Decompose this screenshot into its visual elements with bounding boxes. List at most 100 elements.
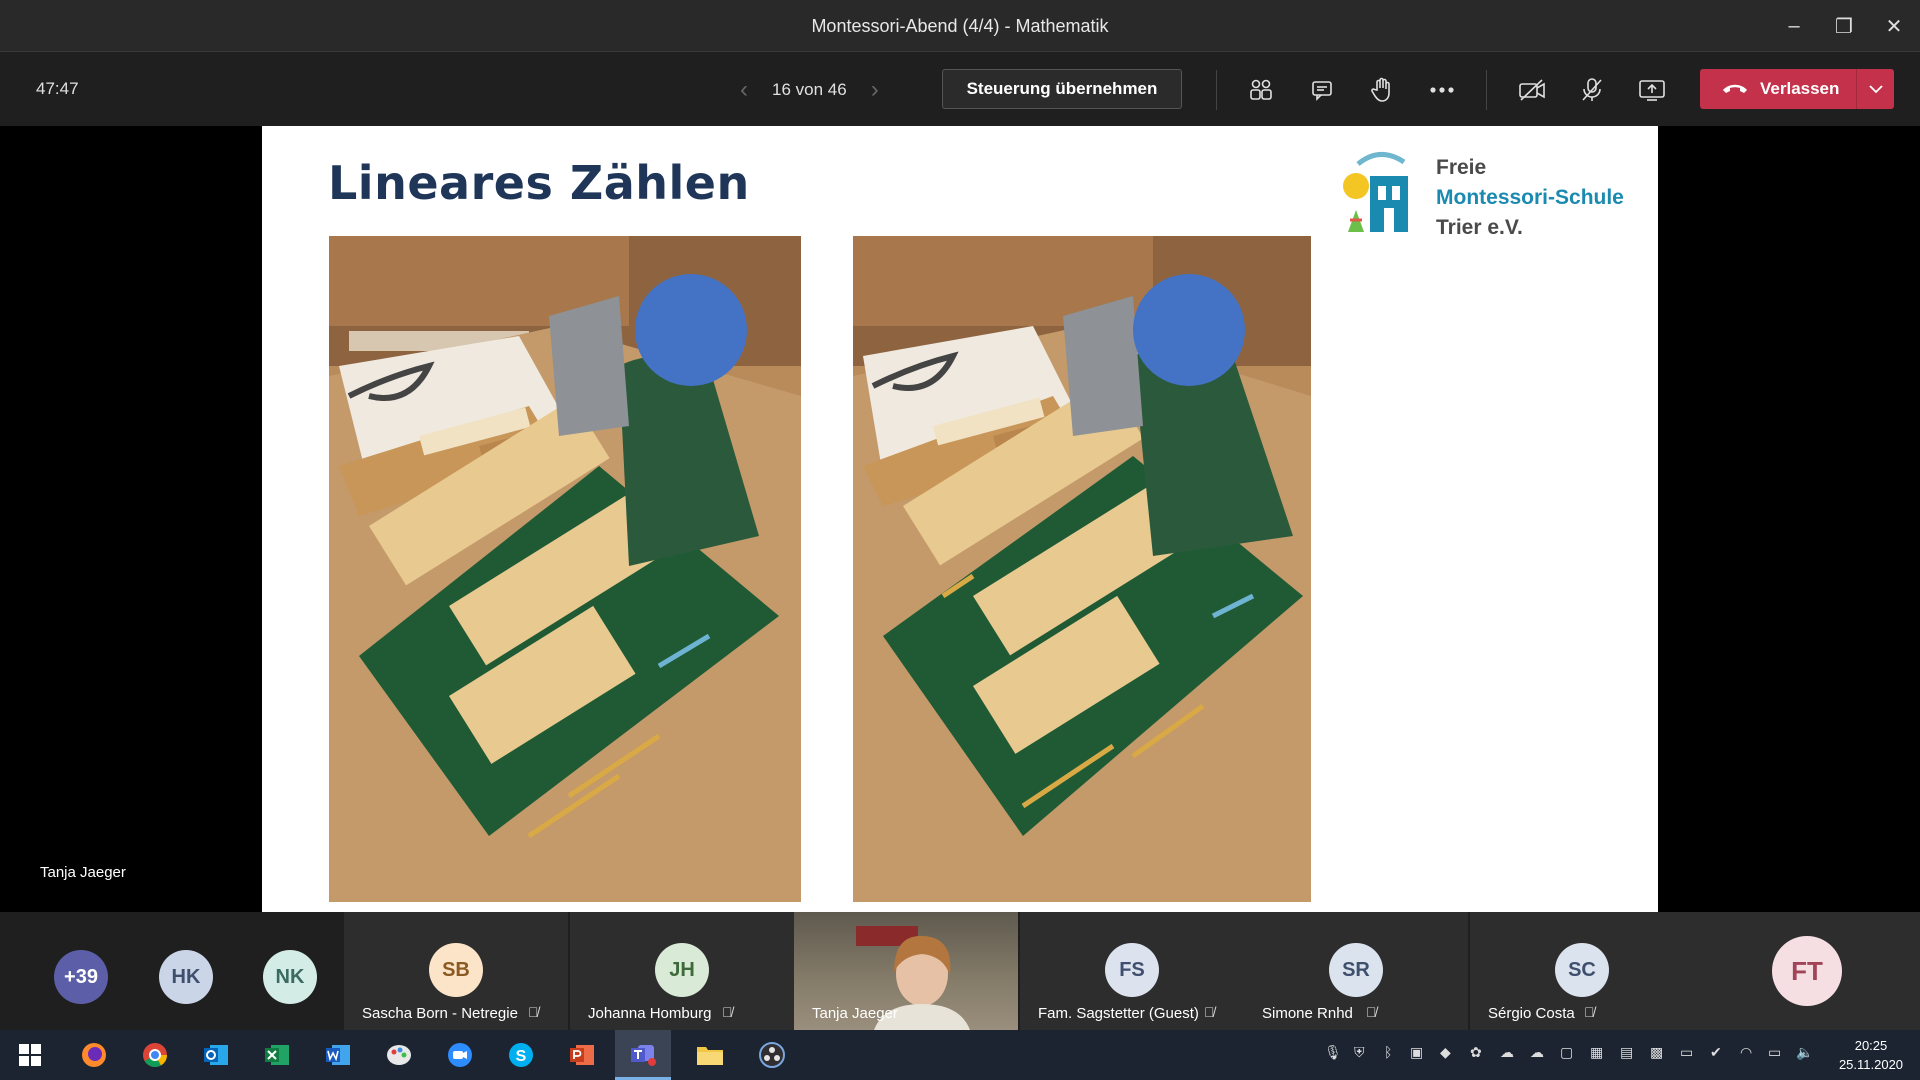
self-tile[interactable]: FT [1694,912,1920,1030]
participant-avatar: SB [429,943,483,997]
participant-avatar: SC [1555,943,1609,997]
prev-slide-button[interactable]: ‹ [740,76,748,104]
title-bar: Montessori-Abend (4/4) - Mathematik – ❐ … [0,0,1920,52]
take-control-button[interactable]: Steuerung übernehmen [942,69,1182,109]
shield-tray-icon[interactable]: ⛨ [1354,1044,1365,1061]
app-tray-icon[interactable]: ✿ [1470,1044,1482,1061]
mic-muted-icon: 🎙̸ [1584,1004,1595,1020]
raise-hand-icon[interactable] [1364,72,1400,108]
participants-icon[interactable] [1243,72,1279,108]
zoom-icon[interactable] [432,1030,488,1080]
divider [1486,70,1487,110]
participant-name: Fam. Sagstetter (Guest) [1038,1005,1199,1022]
skype-icon[interactable]: S [493,1030,549,1080]
windows-taskbar: S 🎙 ⛨ ᛒ ▣ ◆ ✿ ☁ ☁ ▢ ▦ ▤ ▩ ▭ ✔ ◠ ▭ 🔈 20:2… [0,1030,1920,1080]
presentation-slide: Lineares Zählen Freie Montessori-Schule … [262,126,1658,912]
participant-name: Johanna Homburg [588,1005,712,1022]
app-tray-icon[interactable]: ▭ [1680,1044,1693,1061]
participant-tile[interactable]: JH Johanna Homburg 🎙̸ [570,912,794,1030]
clock-time: 20:25 [1854,1038,1888,1053]
participant-tile[interactable]: SR Simone Rnhd 🎙̸ [1244,912,1468,1030]
meeting-toolbar: 47:47 ‹ 16 von 46 › Steuerung übernehmen… [0,52,1920,126]
onedrive-tray-icon[interactable]: ☁ [1500,1044,1514,1061]
powerpoint-icon[interactable] [554,1030,610,1080]
mic-muted-icon: 🎙̸ [722,1004,733,1020]
file-explorer-icon[interactable] [682,1030,738,1080]
app-tray-icon[interactable]: ◆ [1440,1044,1451,1061]
chrome-icon[interactable] [127,1030,183,1080]
mic-muted-icon: 🎙̸ [1366,1004,1377,1020]
mic-tray-icon[interactable]: 🎙 [1324,1044,1342,1061]
divider [1216,70,1217,110]
hangup-icon [1723,84,1747,93]
paint-icon[interactable] [371,1030,427,1080]
leave-main[interactable]: Verlassen [1700,79,1856,99]
camera-off-icon[interactable] [1514,72,1550,108]
close-button[interactable]: ✕ [1874,10,1914,42]
more-participants-button[interactable]: +39 [54,950,108,1004]
nvidia-tray-icon[interactable]: ▩ [1650,1044,1663,1061]
meeting-timer: 47:47 [36,79,79,98]
app-tray-icon[interactable]: ▤ [1620,1044,1633,1061]
participant-tile[interactable]: SC Sérgio Costa 🎙̸ [1470,912,1694,1030]
window-title: Montessori-Abend (4/4) - Mathematik [811,16,1109,36]
mic-muted-icon: 🎙̸ [1204,1004,1215,1020]
excel-icon[interactable] [249,1030,305,1080]
participant-video-tile[interactable]: Tanja Jaeger [794,912,1018,1030]
next-slide-button[interactable]: › [871,76,879,104]
school-logo: Freie Montessori-Schule Trier e.V. [1340,148,1630,234]
participant-avatar: SR [1329,943,1383,997]
more-icon[interactable] [1424,72,1460,108]
participant-name: Sérgio Costa [1488,1005,1575,1022]
leave-button[interactable]: Verlassen [1700,69,1894,109]
word-icon[interactable] [310,1030,366,1080]
leave-dropdown-button[interactable] [1856,69,1894,109]
outlook-icon[interactable] [188,1030,244,1080]
clock-date: 25.11.2020 [1838,1057,1904,1072]
teams-tray-icon[interactable]: ▣ [1410,1044,1423,1061]
battery-icon[interactable]: ▭ [1768,1044,1781,1061]
windows-icon [19,1044,41,1066]
security-tray-icon[interactable]: ✔ [1710,1044,1722,1061]
chevron-down-icon [1868,84,1883,93]
school-logo-icon [1343,152,1408,232]
participant-avatar[interactable]: HK [159,950,213,1004]
restore-button[interactable]: ❐ [1824,10,1864,42]
minimize-button[interactable]: – [1774,10,1814,42]
firefox-icon[interactable] [66,1030,122,1080]
chat-icon[interactable] [1304,72,1340,108]
start-button[interactable] [2,1030,58,1080]
participant-avatar: FS [1105,943,1159,997]
participant-tile[interactable]: FS Fam. Sagstetter (Guest) 🎙̸ [1020,912,1244,1030]
participant-name: Tanja Jaeger [812,1005,898,1022]
photo-left [329,236,801,902]
mic-off-icon[interactable] [1574,72,1610,108]
system-clock[interactable]: 20:25 25.11.2020 [1826,1036,1916,1074]
participant-name: Simone Rnhd [1262,1005,1353,1022]
slide-counter: 16 von 46 [772,80,847,99]
leave-label: Verlassen [1760,79,1840,98]
volume-icon[interactable]: 🔈 [1796,1044,1813,1061]
svg-text:S: S [516,1048,527,1065]
presenter-name: Tanja Jaeger [40,864,126,881]
wifi-icon[interactable]: ◠ [1740,1044,1752,1061]
participant-avatar[interactable]: NK [263,950,317,1004]
slide-pager: ‹ 16 von 46 › [740,70,879,110]
participant-tile[interactable]: SB Sascha Born - Netregie 🎙̸ [344,912,568,1030]
shared-content-stage: Lineares Zählen Freie Montessori-Schule … [0,126,1920,912]
photo-right [853,236,1311,902]
cloud-tray-icon[interactable]: ☁ [1530,1044,1544,1061]
participant-avatar: JH [655,943,709,997]
bluetooth-tray-icon[interactable]: ᛒ [1384,1044,1392,1060]
obs-icon[interactable] [744,1030,800,1080]
office-tray-icon[interactable]: ▢ [1560,1044,1573,1061]
teams-icon[interactable] [615,1030,671,1080]
self-avatar: FT [1772,936,1842,1006]
logo-line-1: Freie [1436,156,1487,179]
slide-title: Lineares Zählen [328,156,750,210]
participant-strip: +39 HK NK SB Sascha Born - Netregie 🎙̸ J… [0,912,1920,1030]
logo-line-2: Montessori-Schule [1436,186,1624,209]
app-tray-icon[interactable]: ▦ [1590,1044,1603,1061]
logo-line-3: Trier e.V. [1436,216,1523,234]
share-screen-icon[interactable] [1634,72,1670,108]
